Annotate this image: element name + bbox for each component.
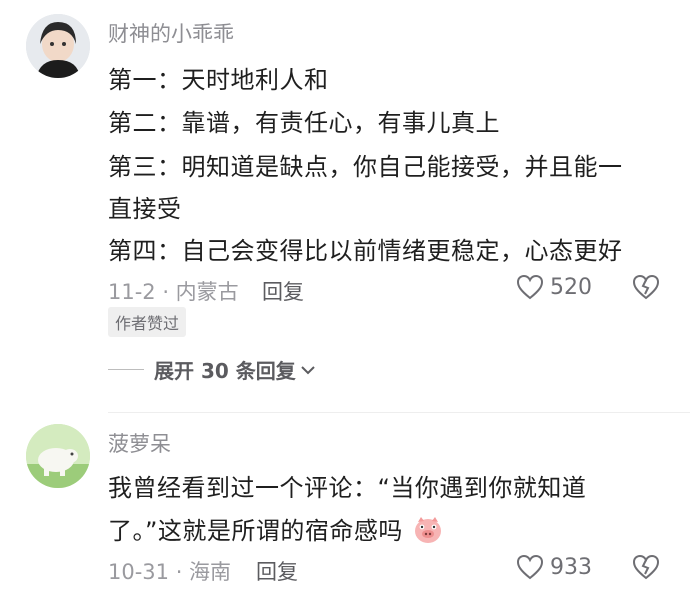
expand-replies-label: 展开 30 条回复: [154, 359, 296, 383]
comment-date-location: 11-2 · 内蒙古: [108, 280, 239, 304]
like-button[interactable]: 520: [516, 274, 592, 300]
comment-username[interactable]: 财神的小乖乖: [108, 18, 234, 48]
dislike-button[interactable]: [632, 554, 660, 584]
comment-username[interactable]: 菠萝呆: [108, 428, 171, 458]
comment-text-line: 第四：自己会变得比以前情绪更稳定，心态更好: [108, 237, 623, 265]
comment-text-line: 第一：天时地利人和: [108, 66, 329, 94]
avatar[interactable]: [26, 14, 90, 78]
heart-outline-icon: [516, 554, 544, 580]
reply-button[interactable]: 回复: [262, 276, 304, 306]
comment-text-line: 第二：靠谱，有责任心，有事儿真上: [108, 109, 500, 137]
comment-text-line: 第三：明知道是缺点，你自己能接受，并且能一: [108, 153, 623, 181]
avatar[interactable]: [26, 424, 90, 488]
comment-divider: [108, 412, 690, 413]
comment-text-line: 直接受: [108, 195, 182, 223]
comment-text: 了。”这就是所谓的宿命感吗: [108, 517, 403, 545]
dislike-button[interactable]: [632, 274, 660, 304]
author-liked-badge: 作者赞过: [108, 307, 187, 337]
broken-heart-icon: [632, 274, 660, 300]
heart-outline-icon: [516, 274, 544, 300]
comment-text-line-with-emoji: 了。”这就是所谓的宿命感吗: [108, 511, 443, 546]
reply-button[interactable]: 回复: [256, 556, 298, 586]
comment-text-line: 我曾经看到过一个评论：“当你遇到你就知道: [108, 474, 587, 502]
expand-replies-button[interactable]: 展开 30 条回复: [108, 355, 316, 384]
pig-face-icon: [415, 517, 442, 543]
like-button[interactable]: 933: [516, 554, 592, 580]
like-count: 933: [550, 554, 592, 580]
like-count: 520: [550, 274, 592, 300]
broken-heart-icon: [632, 554, 660, 580]
chevron-down-icon: [301, 365, 315, 374]
expand-divider-line: [108, 369, 144, 370]
comment-date-location: 10-31 · 海南: [108, 560, 232, 584]
